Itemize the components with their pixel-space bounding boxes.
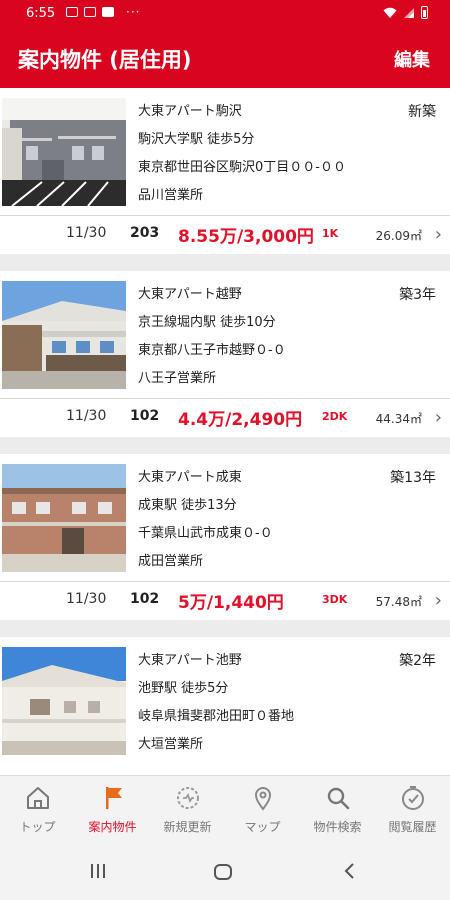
notification-icons: ··· <box>66 5 141 19</box>
room-row[interactable]: 11/30 102 5万/1,440円 3DK 57.48㎡ › <box>0 582 450 620</box>
nav-label: 閲覧履歴 <box>388 820 437 834</box>
home-icon <box>26 787 49 809</box>
room-layout: 3DK <box>322 593 348 606</box>
room-number: 102 <box>130 408 160 424</box>
property-card[interactable]: 大東アパート池野 池野駅 徒歩5分 岐阜県揖斐郡池田町０番地 大垣営業所 築2年 <box>0 637 450 775</box>
clock-check-icon <box>401 786 424 810</box>
property-office: 品川営業所 <box>138 188 204 203</box>
building-age: 築2年 <box>399 653 436 669</box>
floor-area: 44.34㎡ <box>375 412 422 426</box>
property-address: 岐阜県揖斐郡池田町０番地 <box>138 709 295 724</box>
property-station: 成東駅 徒歩13分 <box>138 498 237 513</box>
room-number: 102 <box>130 591 160 607</box>
nav-label: 案内物件 <box>88 820 137 834</box>
message-icon <box>66 7 78 17</box>
property-info: 大東アパート池野 池野駅 徒歩5分 岐阜県揖斐郡池田町０番地 大垣営業所 <box>138 647 438 759</box>
status-bar: 6:55 ··· <box>0 0 450 28</box>
status-time: 6:55 <box>26 6 56 21</box>
youtube-icon <box>102 7 114 17</box>
nav-item-new-updates[interactable]: 新規更新 <box>150 776 225 848</box>
battery-icon <box>421 6 428 19</box>
property-office: 大垣営業所 <box>138 737 204 752</box>
more-notifications-icon: ··· <box>126 5 141 19</box>
nav-label: 物件検索 <box>313 820 362 834</box>
room-row[interactable]: 11/30 102 4.4万/2,490円 2DK 44.34㎡ › <box>0 399 450 437</box>
property-card[interactable]: 大東アパート駒沢 駒沢大学駅 徒歩5分 東京都世田谷区駒沢0丁目００-００ 品川… <box>0 88 450 254</box>
nav-item-history[interactable]: 閲覧履歴 <box>375 776 450 848</box>
property-station: 駒沢大学駅 徒歩5分 <box>138 132 255 147</box>
bottom-navigation: トップ 案内物件 新規更新 マップ 物件検索 閲覧履歴 <box>0 775 450 848</box>
property-list[interactable]: 大東アパート駒沢 駒沢大学駅 徒歩5分 東京都世田谷区駒沢0丁目００-００ 品川… <box>0 88 450 775</box>
nav-item-map[interactable]: マップ <box>225 776 300 848</box>
property-office: 八王子営業所 <box>138 371 217 386</box>
nav-item-top[interactable]: トップ <box>0 776 75 848</box>
nav-label: トップ <box>19 820 56 834</box>
back-icon[interactable] <box>340 861 360 881</box>
home-button-icon[interactable] <box>212 861 234 883</box>
room-layout: 2DK <box>322 410 348 423</box>
image-icon <box>84 7 96 17</box>
system-navigation-bar <box>0 847 450 900</box>
rent-price: 4.4万/2,490円 <box>178 410 303 430</box>
floor-area: 26.09㎡ <box>375 229 422 243</box>
property-photo <box>2 647 126 755</box>
property-address: 千葉県山武市成東０-０ <box>138 526 273 541</box>
system-status-icons <box>383 6 428 19</box>
property-card[interactable]: 大東アパート成東 成東駅 徒歩13分 千葉県山武市成東０-０ 成田営業所 築13… <box>0 454 450 620</box>
floor-area: 57.48㎡ <box>375 595 422 609</box>
property-photo <box>2 464 126 572</box>
property-office: 成田営業所 <box>138 554 204 569</box>
rent-price: 8.55万/3,000円 <box>178 227 314 247</box>
property-info: 大東アパート駒沢 駒沢大学駅 徒歩5分 東京都世田谷区駒沢0丁目００-００ 品川… <box>138 98 438 210</box>
property-address: 東京都八王子市越野０-０ <box>138 343 286 358</box>
property-card[interactable]: 大東アパート越野 京王線堀内駅 徒歩10分 東京都八王子市越野０-０ 八王子営業… <box>0 271 450 437</box>
building-age: 新築 <box>408 104 436 120</box>
listing-date: 11/30 <box>66 591 107 607</box>
wifi-icon <box>383 7 397 18</box>
nav-label: 新規更新 <box>163 820 212 834</box>
search-icon <box>327 787 349 810</box>
edit-button[interactable]: 編集 <box>394 46 430 72</box>
map-pin-icon <box>254 787 271 811</box>
property-address: 東京都世田谷区駒沢0丁目００-００ <box>138 160 346 175</box>
room-layout: 1K <box>322 227 339 240</box>
property-info: 大東アパート越野 京王線堀内駅 徒歩10分 東京都八王子市越野０-０ 八王子営業… <box>138 281 438 393</box>
room-row[interactable]: 11/30 203 8.55万/3,000円 1K 26.09㎡ › <box>0 216 450 254</box>
listing-date: 11/30 <box>66 408 107 424</box>
gear-badge-icon <box>176 787 199 809</box>
nav-item-guided-properties[interactable]: 案内物件 <box>75 776 150 848</box>
chevron-right-icon[interactable]: › <box>435 590 442 611</box>
property-station: 京王線堀内駅 徒歩10分 <box>138 315 276 330</box>
nav-label: マップ <box>244 820 281 834</box>
room-number: 203 <box>130 225 160 241</box>
property-station: 池野駅 徒歩5分 <box>138 681 229 696</box>
nav-item-property-search[interactable]: 物件検索 <box>300 776 375 848</box>
property-name: 大東アパート池野 <box>138 653 242 668</box>
building-age: 築13年 <box>390 470 436 486</box>
app-header: 案内物件 (居住用) 編集 <box>0 28 450 88</box>
property-name: 大東アパート越野 <box>138 287 242 302</box>
property-photo <box>2 281 126 389</box>
building-age: 築3年 <box>399 287 436 303</box>
property-photo <box>2 98 126 206</box>
chevron-right-icon[interactable]: › <box>435 224 442 245</box>
signal-icon <box>404 7 414 18</box>
flag-icon <box>105 787 122 809</box>
listing-date: 11/30 <box>66 225 107 241</box>
chevron-right-icon[interactable]: › <box>435 407 442 428</box>
rent-price: 5万/1,440円 <box>178 593 284 613</box>
property-name: 大東アパート駒沢 <box>138 104 242 119</box>
page-title: 案内物件 (居住用) <box>18 48 192 72</box>
recent-apps-icon[interactable] <box>88 861 108 881</box>
